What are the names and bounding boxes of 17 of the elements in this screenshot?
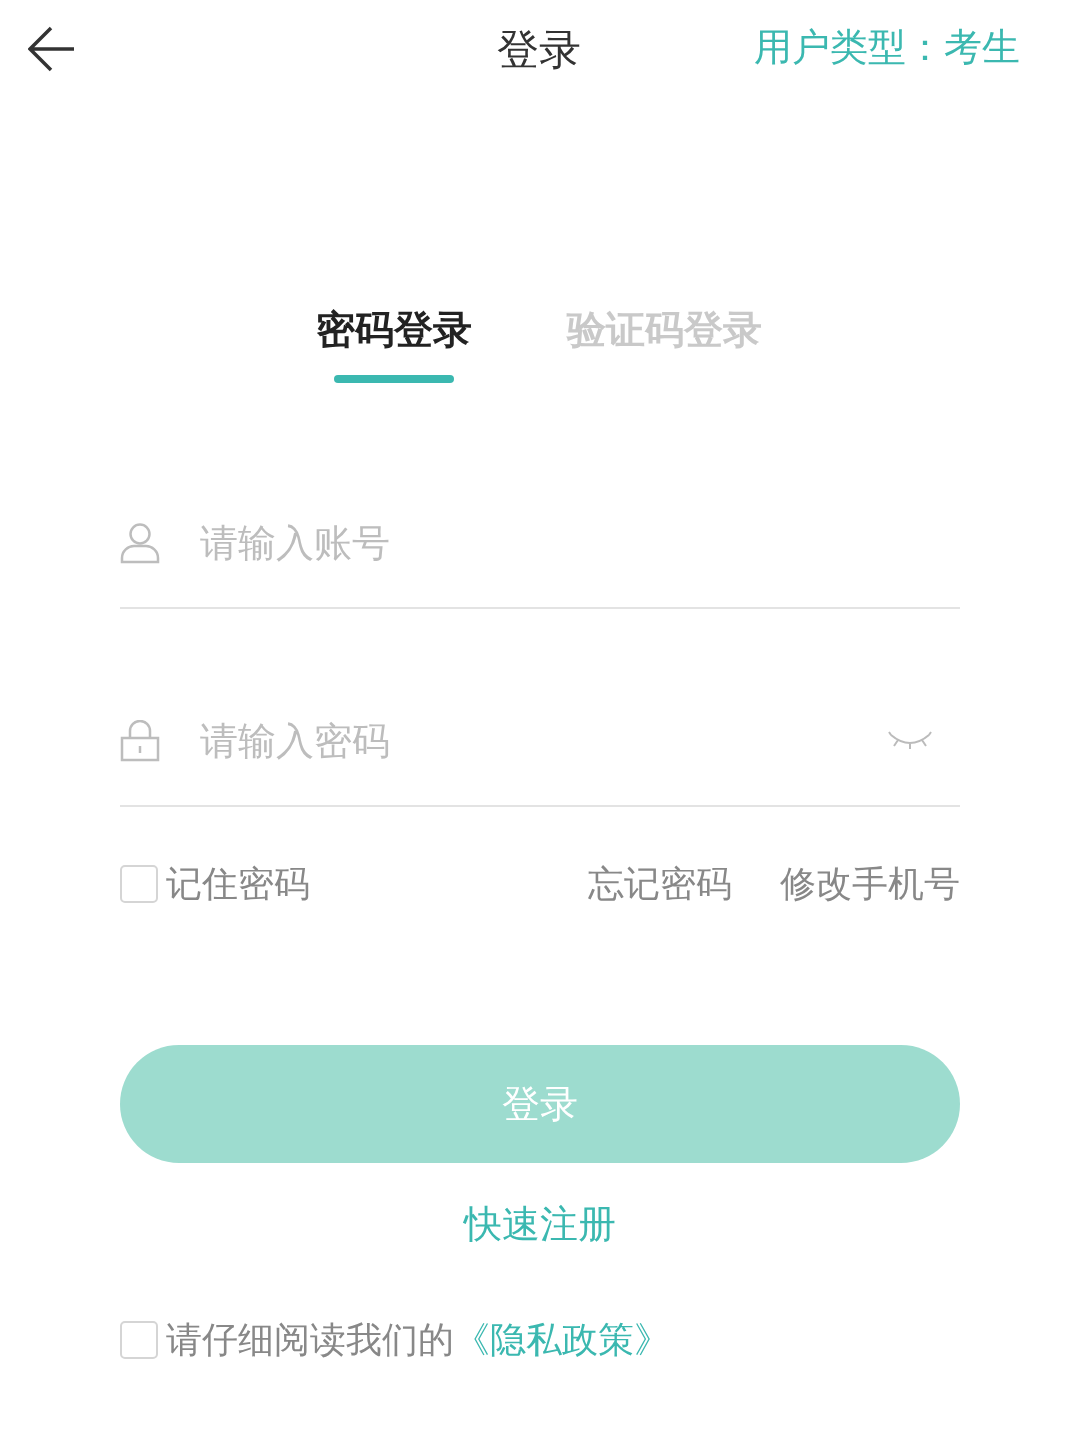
user-type-selector[interactable]: 用户类型：考生 [754,28,1020,66]
login-tab[interactable]: 密码登录 [316,310,472,383]
privacy-policy-link[interactable]: 《隐私政策》 [454,1319,670,1360]
password-field[interactable]: 请输入密码 [198,711,850,771]
change-phone-link[interactable]: 修改手机号 [780,866,960,902]
remember-label: 记住密码 [166,866,310,902]
closed-eye-icon[interactable] [888,731,932,751]
privacy-notice: 请仔细阅读我们的《隐私政策》 [166,1322,670,1358]
page-title: 登录 [497,29,581,71]
remember-checkbox[interactable] [120,865,158,903]
register-link[interactable]: 快速注册 [464,1205,616,1243]
lock-icon [120,720,160,762]
privacy-checkbox[interactable] [120,1321,158,1359]
forgot-password-link[interactable]: 忘记密码 [588,866,732,902]
back-button[interactable] [28,26,76,72]
account-field[interactable]: 请输入账号 [198,513,960,573]
user-icon [120,522,160,564]
